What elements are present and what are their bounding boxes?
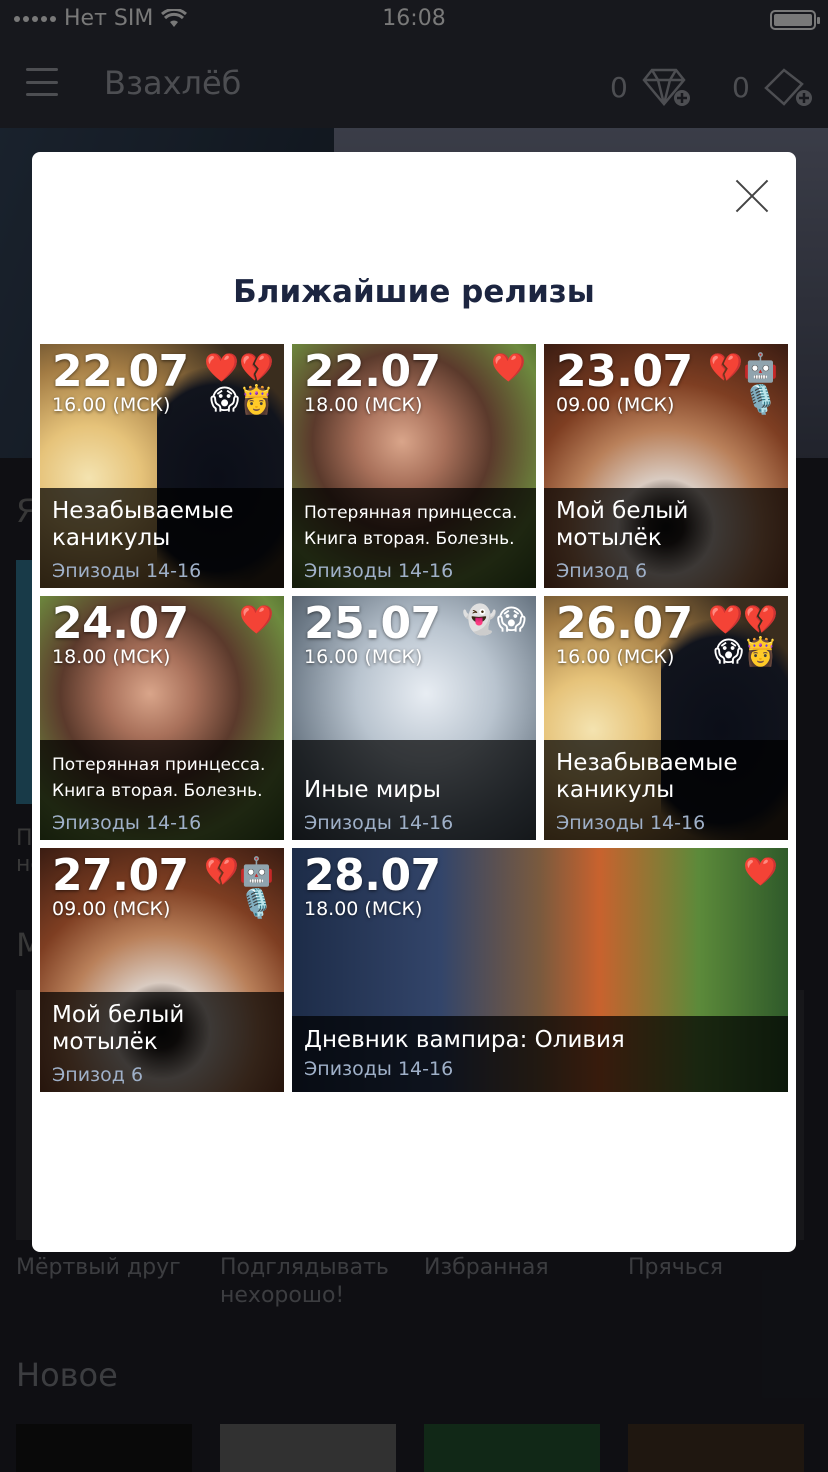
- release-date: 25.07: [304, 598, 441, 649]
- release-time: 16.00 (МСК): [304, 646, 423, 668]
- release-caption: Мой белый мотылёк Эпизод 6: [40, 992, 284, 1092]
- release-title: Мой белый мотылёк: [52, 1002, 185, 1055]
- release-time: 18.00 (МСК): [52, 646, 171, 668]
- release-caption: Дневник вампира: Оливия Эпизоды 14-16: [292, 1016, 788, 1092]
- release-card[interactable]: 26.07 16.00 (МСК) ❤️💔😱👸 Незабываемые кан…: [544, 596, 788, 840]
- release-title: Потерянная принцесса. Книга вторая. Боле…: [52, 755, 266, 801]
- release-card[interactable]: 24.07 18.00 (МСК) ❤️ Потерянная принцесс…: [40, 596, 284, 840]
- release-card[interactable]: 23.07 09.00 (МСК) 💔🤖🎙️ Мой белый мотылёк…: [544, 344, 788, 588]
- release-episodes: Эпизоды 14-16: [304, 812, 454, 834]
- release-date: 24.07: [52, 598, 189, 649]
- release-date: 22.07: [52, 346, 189, 397]
- release-date: 28.07: [304, 850, 441, 901]
- release-caption: Незабываемые каникулы Эпизоды 14-16: [40, 488, 284, 588]
- release-time: 16.00 (МСК): [556, 646, 675, 668]
- release-episodes: Эпизоды 14-16: [556, 812, 706, 834]
- release-episodes: Эпизоды 14-16: [52, 812, 202, 834]
- release-title: Незабываемые каникулы: [556, 750, 738, 803]
- release-card[interactable]: 22.07 18.00 (МСК) ❤️ Потерянная принцесс…: [292, 344, 536, 588]
- release-time: 09.00 (МСК): [52, 898, 171, 920]
- dialog-title: Ближайшие релизы: [233, 274, 595, 310]
- release-title: Потерянная принцесса. Книга вторая. Боле…: [304, 503, 518, 549]
- release-episodes: Эпизоды 14-16: [304, 560, 454, 582]
- release-title: Незабываемые каникулы: [52, 498, 234, 551]
- release-caption: Мой белый мотылёк Эпизод 6: [544, 488, 788, 588]
- release-episodes: Эпизод 6: [556, 560, 648, 582]
- release-time: 09.00 (МСК): [556, 394, 675, 416]
- release-caption: Потерянная принцесса. Книга вторая. Боле…: [40, 740, 284, 840]
- release-episodes: Эпизоды 14-16: [304, 1058, 454, 1080]
- genre-emoji-icon: 👻😱: [461, 603, 526, 636]
- genre-emoji-icon: ❤️💔😱👸: [204, 351, 274, 416]
- release-date: 23.07: [556, 346, 693, 397]
- release-title: Дневник вампира: Оливия: [304, 1027, 625, 1053]
- release-title: Мой белый мотылёк: [556, 498, 689, 551]
- genre-emoji-icon: ❤️: [239, 603, 274, 636]
- release-card[interactable]: 28.07 18.00 (МСК) ❤️ Дневник вампира: Ол…: [292, 848, 788, 1092]
- release-time: 16.00 (МСК): [52, 394, 171, 416]
- genre-emoji-icon: ❤️: [491, 351, 526, 384]
- genre-emoji-icon: 💔🤖🎙️: [204, 855, 274, 920]
- release-card[interactable]: 25.07 16.00 (МСК) 👻😱 Иные миры Эпизоды 1…: [292, 596, 536, 840]
- release-time: 18.00 (МСК): [304, 394, 423, 416]
- release-caption: Иные миры Эпизоды 14-16: [292, 740, 536, 840]
- release-episodes: Эпизоды 14-16: [52, 560, 202, 582]
- release-episodes: Эпизод 6: [52, 1064, 144, 1086]
- release-caption: Потерянная принцесса. Книга вторая. Боле…: [292, 488, 536, 588]
- genre-emoji-icon: ❤️💔😱👸: [708, 603, 778, 668]
- release-caption: Незабываемые каникулы Эпизоды 14-16: [544, 740, 788, 840]
- release-date: 27.07: [52, 850, 189, 901]
- release-time: 18.00 (МСК): [304, 898, 423, 920]
- genre-emoji-icon: 💔🤖🎙️: [708, 351, 778, 416]
- release-card[interactable]: 22.07 16.00 (МСК) ❤️💔😱👸 Незабываемые кан…: [40, 344, 284, 588]
- release-date: 22.07: [304, 346, 441, 397]
- release-title: Иные миры: [304, 777, 441, 803]
- genre-emoji-icon: ❤️: [743, 855, 778, 888]
- release-card[interactable]: 27.07 09.00 (МСК) 💔🤖🎙️ Мой белый мотылёк…: [40, 848, 284, 1092]
- upcoming-releases-dialog: Ближайшие релизы 22.07 16.00 (МСК) ❤️💔😱👸…: [32, 152, 796, 1252]
- release-date: 26.07: [556, 598, 693, 649]
- close-icon[interactable]: [732, 176, 772, 216]
